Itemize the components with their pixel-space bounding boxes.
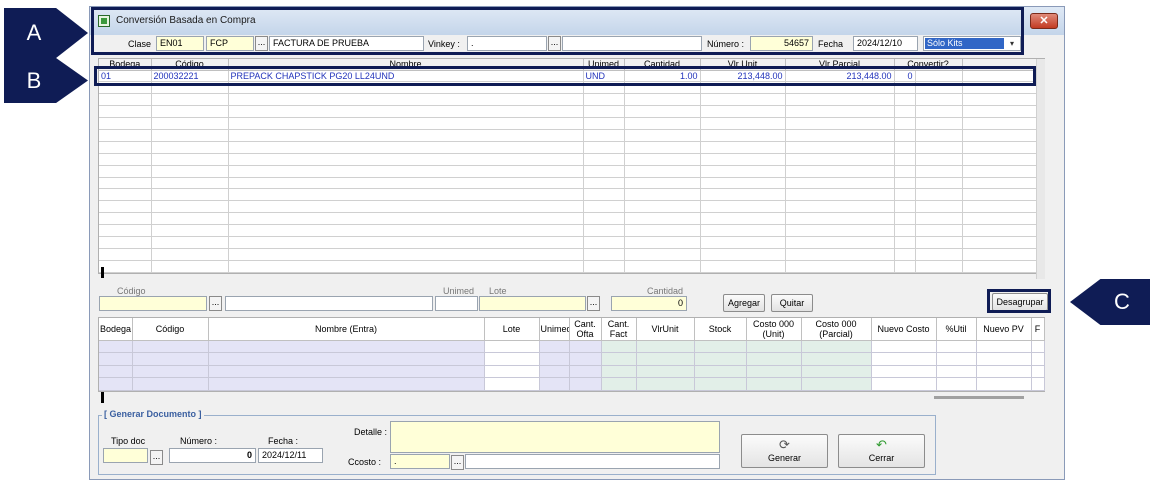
empty-row	[99, 248, 1037, 261]
col2-f[interactable]: F	[1031, 318, 1045, 341]
entry-unimed-field[interactable]	[435, 296, 478, 311]
agregar-button[interactable]: Agregar	[723, 294, 765, 312]
generar-button[interactable]: ⟳ Generar	[741, 434, 828, 468]
empty-row	[99, 260, 1037, 273]
col2-stock[interactable]: Stock	[694, 318, 747, 341]
ccosto-field[interactable]: .	[390, 454, 450, 469]
highlight-box-c	[987, 289, 1051, 313]
empty-row	[99, 224, 1037, 237]
col2-cant-fact[interactable]: Cant. Fact	[601, 318, 637, 341]
tipo-doc-lookup-button[interactable]: ...	[150, 450, 163, 465]
gen-numero-field[interactable]: 0	[169, 448, 256, 463]
callout-a-label: A	[26, 20, 42, 45]
col2-nuevo-costo[interactable]: Nuevo Costo	[871, 318, 937, 341]
tipo-doc-field[interactable]	[103, 448, 148, 463]
vertical-scrollbar[interactable]	[1036, 59, 1045, 279]
empty-row	[99, 105, 1037, 119]
empty-row	[99, 129, 1037, 142]
col2-vlrunit[interactable]: VlrUnit	[636, 318, 695, 341]
close-button[interactable]: ✕	[1030, 13, 1058, 29]
empty-row	[99, 153, 1037, 166]
purchase-grid: Bodega Código Nombre Unimed Cantidad Vlr…	[98, 58, 1045, 279]
horizontal-scrollbar[interactable]	[934, 396, 1024, 399]
generar-button-label: Generar	[767, 453, 802, 463]
col2-unimed[interactable]: Unimed	[539, 318, 570, 341]
empty-row	[99, 352, 1045, 366]
generar-group-title: [ Generar Documento ]	[102, 409, 204, 419]
entry-cantidad-field[interactable]: 0	[611, 296, 687, 311]
empty-row	[99, 365, 1045, 378]
undo-arrow-icon: ↶	[876, 437, 887, 452]
cerrar-button[interactable]: ↶ Cerrar	[838, 434, 925, 468]
empty-row	[99, 340, 1045, 353]
empty-row	[99, 141, 1037, 154]
callout-c: C	[1070, 279, 1150, 325]
empty-row	[99, 188, 1037, 202]
empty-row	[99, 200, 1037, 214]
col2-nuevo-pv[interactable]: Nuevo PV	[976, 318, 1032, 341]
output-grid: Bodega Código Nombre (Entra) Lote Unimed…	[98, 317, 1045, 403]
gen-fecha-label: Fecha :	[268, 436, 299, 446]
empty-row	[99, 212, 1037, 226]
row-cursor	[101, 267, 104, 278]
highlight-box-a	[91, 7, 1024, 55]
gear-refresh-icon: ⟳	[779, 437, 790, 452]
quitar-button[interactable]: Quitar	[771, 294, 813, 312]
empty-row	[99, 377, 1045, 391]
ccosto-lookup-button[interactable]: ...	[451, 455, 464, 470]
gen-numero-label: Número :	[180, 436, 218, 446]
ccosto-desc-field[interactable]	[465, 454, 720, 469]
empty-row	[99, 236, 1037, 249]
callout-c-label: C	[1114, 289, 1130, 314]
gen-fecha-field[interactable]: 2024/12/11	[258, 448, 323, 463]
tipo-doc-label: Tipo doc	[111, 436, 146, 446]
col2-lote[interactable]: Lote	[484, 318, 540, 341]
empty-row	[99, 117, 1037, 130]
highlight-box-b	[94, 66, 1036, 86]
entry-lote-label: Lote	[489, 286, 507, 296]
col2-nombre-entra[interactable]: Nombre (Entra)	[208, 318, 485, 341]
col2-codigo[interactable]: Código	[132, 318, 209, 341]
detalle-label: Detalle :	[354, 427, 388, 437]
detalle-field[interactable]	[390, 421, 720, 453]
callout-b: B	[4, 58, 88, 103]
ccosto-label: Ccosto :	[348, 457, 382, 467]
col2-cant-ofta[interactable]: Cant. Ofta	[569, 318, 602, 341]
col2-util[interactable]: %Util	[936, 318, 977, 341]
entry-lote-field[interactable]	[479, 296, 586, 311]
entry-unimed-label: Unimed	[443, 286, 475, 296]
entry-codigo-field[interactable]	[99, 296, 207, 311]
entry-lote-lookup-button[interactable]: ...	[587, 296, 600, 311]
col2-costo-parcial[interactable]: Costo 000 (Parcial)	[801, 318, 872, 341]
callout-a: A	[4, 8, 88, 58]
callout-b-label: B	[26, 67, 42, 93]
entry-codigo-lookup-button[interactable]: ...	[209, 296, 222, 311]
empty-row	[99, 93, 1037, 107]
entry-desc-field[interactable]	[225, 296, 433, 311]
entry-codigo-label: Código	[117, 286, 146, 296]
col2-bodega[interactable]: Bodega	[99, 318, 133, 341]
entry-cantidad-label: Cantidad	[647, 286, 684, 296]
row-cursor-2	[101, 392, 104, 403]
empty-row	[99, 177, 1037, 190]
empty-row	[99, 165, 1037, 178]
col2-costo-unit[interactable]: Costo 000 (Unit)	[746, 318, 802, 341]
cerrar-button-label: Cerrar	[868, 453, 895, 463]
